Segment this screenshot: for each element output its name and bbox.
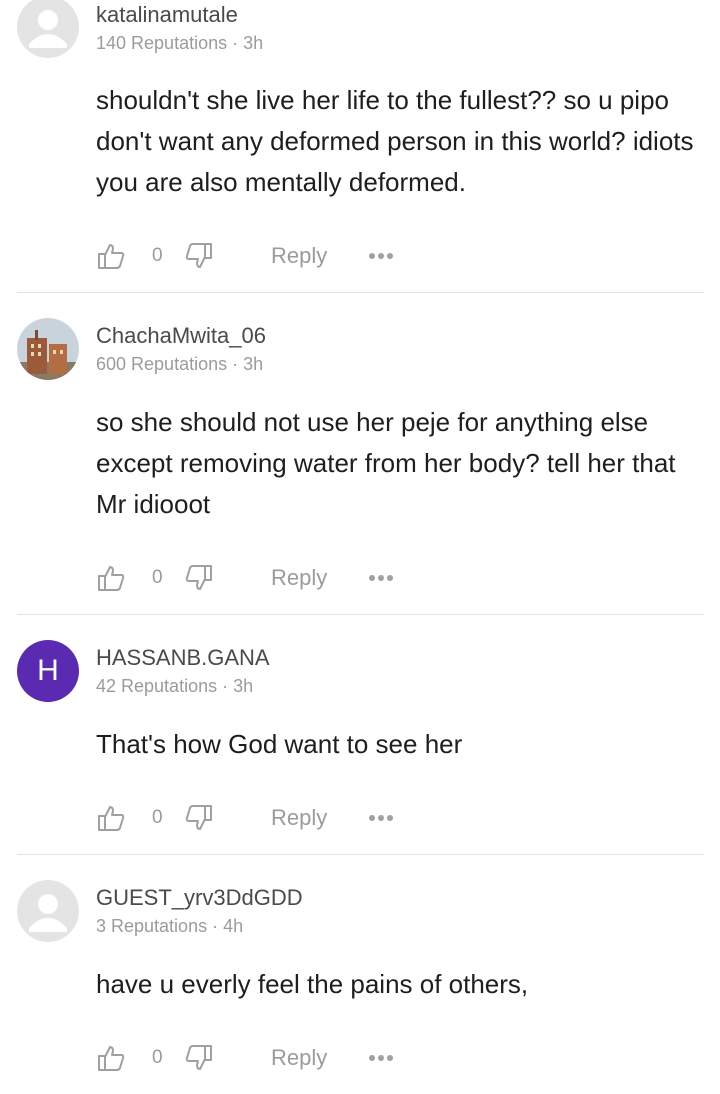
divider <box>17 854 704 855</box>
dislike-button[interactable] <box>184 561 214 595</box>
thumbs-up-icon <box>98 1046 125 1071</box>
comment-time: 3h <box>233 676 254 696</box>
thumbs-up-icon <box>98 806 125 831</box>
photo-building-avatar[interactable] <box>17 318 79 380</box>
default-user-icon[interactable] <box>17 0 79 58</box>
like-count: 0 <box>152 245 163 266</box>
comment-text: so she should not use her peje for anyth… <box>96 407 676 519</box>
username[interactable]: HASSANB.GANA <box>96 645 270 671</box>
reply-button[interactable]: Reply <box>271 561 327 595</box>
like-count: 0 <box>152 807 163 828</box>
comment-time: 4h <box>223 916 244 936</box>
meta-separator: · <box>232 33 239 53</box>
username[interactable]: katalinamutale <box>96 2 238 28</box>
thumbs-down-icon <box>185 805 212 830</box>
comment-text: That's how God want to see her <box>96 729 463 759</box>
reply-button[interactable]: Reply <box>271 1041 327 1075</box>
avatar[interactable]: H <box>17 640 79 702</box>
reputation-count: 140 Reputations <box>96 33 228 53</box>
comment-meta: 140 Reputations · 3h <box>96 33 263 54</box>
comment-feed: katalinamutale 140 Reputations · 3h should… <box>0 0 720 1094</box>
comment-actions: 0 Reply <box>96 1041 416 1075</box>
meta-separator: · <box>212 916 219 936</box>
comment-meta: 42 Reputations · 3h <box>96 676 253 697</box>
reply-button[interactable]: Reply <box>271 239 327 273</box>
comment-text: shouldn't she live her life to the fulle… <box>96 85 694 197</box>
like-count: 0 <box>152 567 163 588</box>
comment-actions: 0 Reply <box>96 561 416 595</box>
username[interactable]: ChachaMwita_06 <box>96 323 266 349</box>
meta-separator: · <box>222 676 229 696</box>
thumbs-down-icon <box>185 243 212 268</box>
more-options-icon[interactable] <box>368 561 394 595</box>
comment-time: 3h <box>243 33 264 53</box>
more-options-icon[interactable] <box>368 239 394 273</box>
thumbs-up-icon <box>98 244 125 269</box>
username[interactable]: GUEST_yrv3DdGDD <box>96 885 303 911</box>
divider <box>17 614 704 615</box>
dislike-button[interactable] <box>184 239 214 273</box>
like-button[interactable] <box>96 561 126 595</box>
more-options-icon[interactable] <box>368 1041 394 1075</box>
comment-actions: 0 Reply <box>96 239 416 273</box>
reputation-count: 600 Reputations <box>96 354 228 374</box>
dislike-button[interactable] <box>184 1041 214 1075</box>
dislike-button[interactable] <box>184 801 214 835</box>
reply-button[interactable]: Reply <box>271 801 327 835</box>
meta-separator: · <box>232 354 239 374</box>
comment-meta: 3 Reputations · 4h <box>96 916 243 937</box>
divider <box>17 292 704 293</box>
comment-meta: 600 Reputations · 3h <box>96 354 263 375</box>
comment-time: 3h <box>243 354 264 374</box>
like-button[interactable] <box>96 801 126 835</box>
more-options-icon[interactable] <box>368 801 394 835</box>
default-user-icon[interactable] <box>17 880 79 942</box>
thumbs-down-icon <box>185 1045 212 1070</box>
comment-text: have u everly feel the pains of others, <box>96 969 529 999</box>
thumbs-down-icon <box>185 565 212 590</box>
comment-actions: 0 Reply <box>96 801 416 835</box>
reputation-count: 42 Reputations <box>96 676 218 696</box>
reputation-count: 3 Reputations <box>96 916 208 936</box>
like-button[interactable] <box>96 1041 126 1075</box>
like-button[interactable] <box>96 239 126 273</box>
like-count: 0 <box>152 1047 163 1068</box>
thumbs-up-icon <box>98 566 125 591</box>
